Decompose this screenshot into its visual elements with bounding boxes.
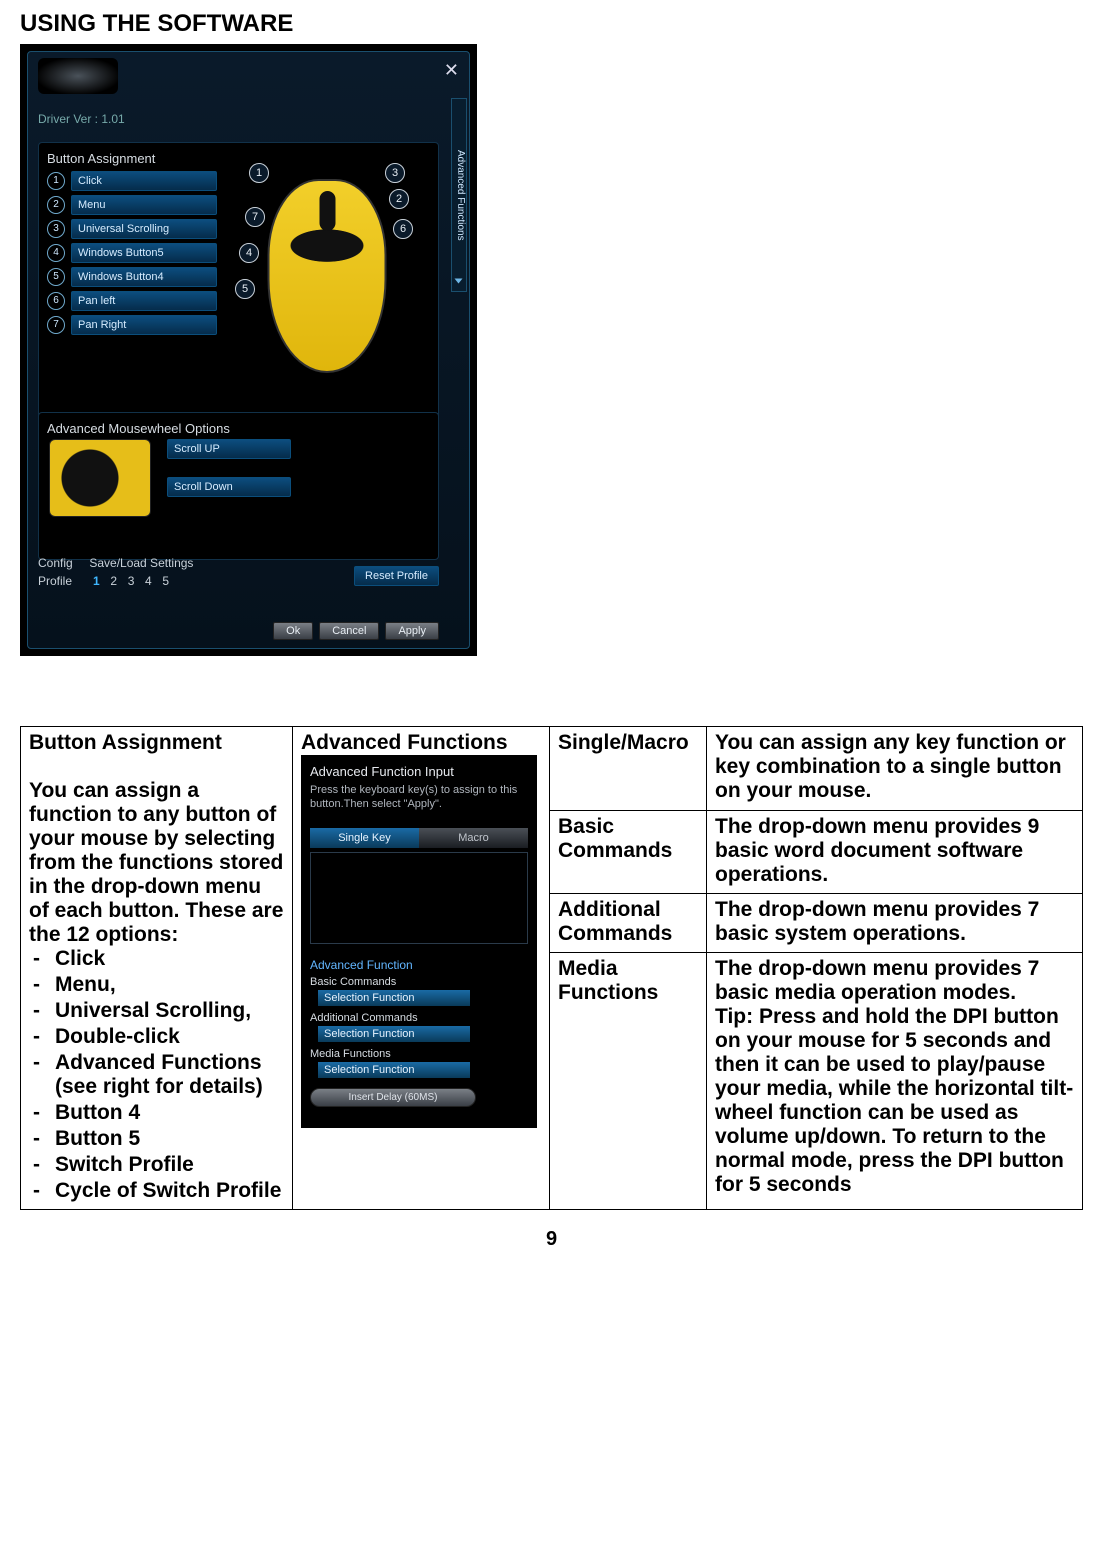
brand-logo: [38, 58, 118, 94]
cancel-button[interactable]: Cancel: [319, 622, 379, 640]
assignment-number-icon: 6: [47, 292, 65, 310]
reset-profile-button[interactable]: Reset Profile: [354, 566, 439, 586]
config-label: Config: [38, 556, 86, 570]
assignment-row: 6 Pan left: [47, 291, 217, 311]
row-val: You can assign any key function or key c…: [715, 731, 1066, 802]
row-val: The drop-down menu provides 7 basic syst…: [715, 898, 1039, 945]
options-list: Click Menu, Universal Scrolling, Double-…: [55, 947, 284, 1203]
adv-desc: Press the keyboard key(s) to assign to t…: [310, 783, 528, 812]
callout-icon: 7: [245, 207, 265, 227]
assignment-dropdown[interactable]: Pan Right: [71, 315, 217, 335]
page-number: 9: [20, 1228, 1083, 1251]
assignment-dropdown[interactable]: Universal Scrolling: [71, 219, 217, 239]
assignment-dropdown[interactable]: Windows Button4: [71, 267, 217, 287]
assignment-number-icon: 1: [47, 172, 65, 190]
adv-section-heading: Advanced Function: [310, 958, 528, 972]
callout-icon: 3: [385, 163, 405, 183]
page-title: USING THE SOFTWARE: [20, 10, 1083, 38]
assignment-row: 3 Universal Scrolling: [47, 219, 217, 239]
col2-heading: Advanced Functions: [301, 731, 508, 754]
mousewheel-heading: Advanced Mousewheel Options: [47, 421, 430, 436]
callout-icon: 1: [249, 163, 269, 183]
media-functions-label: Media Functions: [310, 1048, 528, 1060]
ok-button[interactable]: Ok: [273, 622, 313, 640]
mouse-illustration: 1 2 3 4 5 6 7: [227, 159, 427, 389]
insert-delay-button[interactable]: Insert Delay (60MS): [310, 1088, 476, 1107]
key-capture-box[interactable]: [310, 852, 528, 944]
advanced-function-panel: Advanced Function Input Press the keyboa…: [301, 755, 537, 1128]
row-val: The drop-down menu provides 7 basic medi…: [715, 957, 1073, 1196]
apply-button[interactable]: Apply: [385, 622, 439, 640]
assignment-row: 2 Menu: [47, 195, 217, 215]
wheel-illustration: [49, 439, 151, 517]
assignment-dropdown[interactable]: Windows Button5: [71, 243, 217, 263]
assignment-number-icon: 3: [47, 220, 65, 238]
driver-version-label: Driver Ver : 1.01: [38, 112, 125, 126]
assignment-list: 1 Click 2 Menu 3 Universal Scrolling 4 W…: [47, 171, 217, 339]
assignment-dropdown[interactable]: Pan left: [71, 291, 217, 311]
callout-icon: 4: [239, 243, 259, 263]
assignment-number-icon: 7: [47, 316, 65, 334]
basic-commands-label: Basic Commands: [310, 976, 528, 988]
row-key: Media Functions: [558, 957, 658, 1004]
tab-single-key[interactable]: Single Key: [310, 828, 419, 848]
row-val: The drop-down menu provides 9 basic word…: [715, 815, 1039, 886]
assignment-row: 4 Windows Button5: [47, 243, 217, 263]
tab-macro[interactable]: Macro: [419, 828, 528, 848]
assignment-row: 7 Pan Right: [47, 315, 217, 335]
assignment-row: 5 Windows Button4: [47, 267, 217, 287]
col1-heading: Button Assignment: [29, 731, 222, 754]
additional-commands-dropdown[interactable]: Selection Function: [318, 1026, 470, 1042]
scroll-down-dropdown[interactable]: Scroll Down: [167, 477, 291, 497]
app-window: ✕ Advanced Functions Driver Ver : 1.01 B…: [20, 44, 477, 656]
bottom-bar: Config Save/Load Settings Profile 1 2 3 …: [38, 556, 439, 588]
callout-icon: 5: [235, 279, 255, 299]
scroll-up-dropdown[interactable]: Scroll UP: [167, 439, 291, 459]
description-table: Button Assignment You can assign a funct…: [20, 726, 1083, 1210]
mousewheel-panel: Advanced Mousewheel Options Scroll UP Sc…: [38, 412, 439, 560]
assignment-dropdown[interactable]: Click: [71, 171, 217, 191]
button-assignment-panel: Button Assignment 1 Click 2 Menu 3 Unive…: [38, 142, 439, 420]
close-icon[interactable]: ✕: [435, 60, 459, 80]
callout-icon: 2: [389, 189, 409, 209]
basic-commands-dropdown[interactable]: Selection Function: [318, 990, 470, 1006]
assignment-number-icon: 4: [47, 244, 65, 262]
col1-body: You can assign a function to any button …: [29, 779, 283, 946]
assignment-dropdown[interactable]: Menu: [71, 195, 217, 215]
adv-title: Advanced Function Input: [310, 764, 528, 779]
row-key: Single/Macro: [558, 731, 689, 754]
assignment-number-icon: 5: [47, 268, 65, 286]
media-functions-dropdown[interactable]: Selection Function: [318, 1062, 470, 1078]
profile-label: Profile: [38, 574, 86, 588]
additional-commands-label: Additional Commands: [310, 1012, 528, 1024]
assignment-row: 1 Click: [47, 171, 217, 191]
side-tab-advanced-functions[interactable]: Advanced Functions: [451, 98, 467, 292]
callout-icon: 6: [393, 219, 413, 239]
row-key: Additional Commands: [558, 898, 672, 945]
assignment-number-icon: 2: [47, 196, 65, 214]
profile-selector[interactable]: 1 2 3 4 5: [89, 574, 172, 588]
save-load-link[interactable]: Save/Load Settings: [89, 556, 193, 570]
row-key: Basic Commands: [558, 815, 672, 862]
